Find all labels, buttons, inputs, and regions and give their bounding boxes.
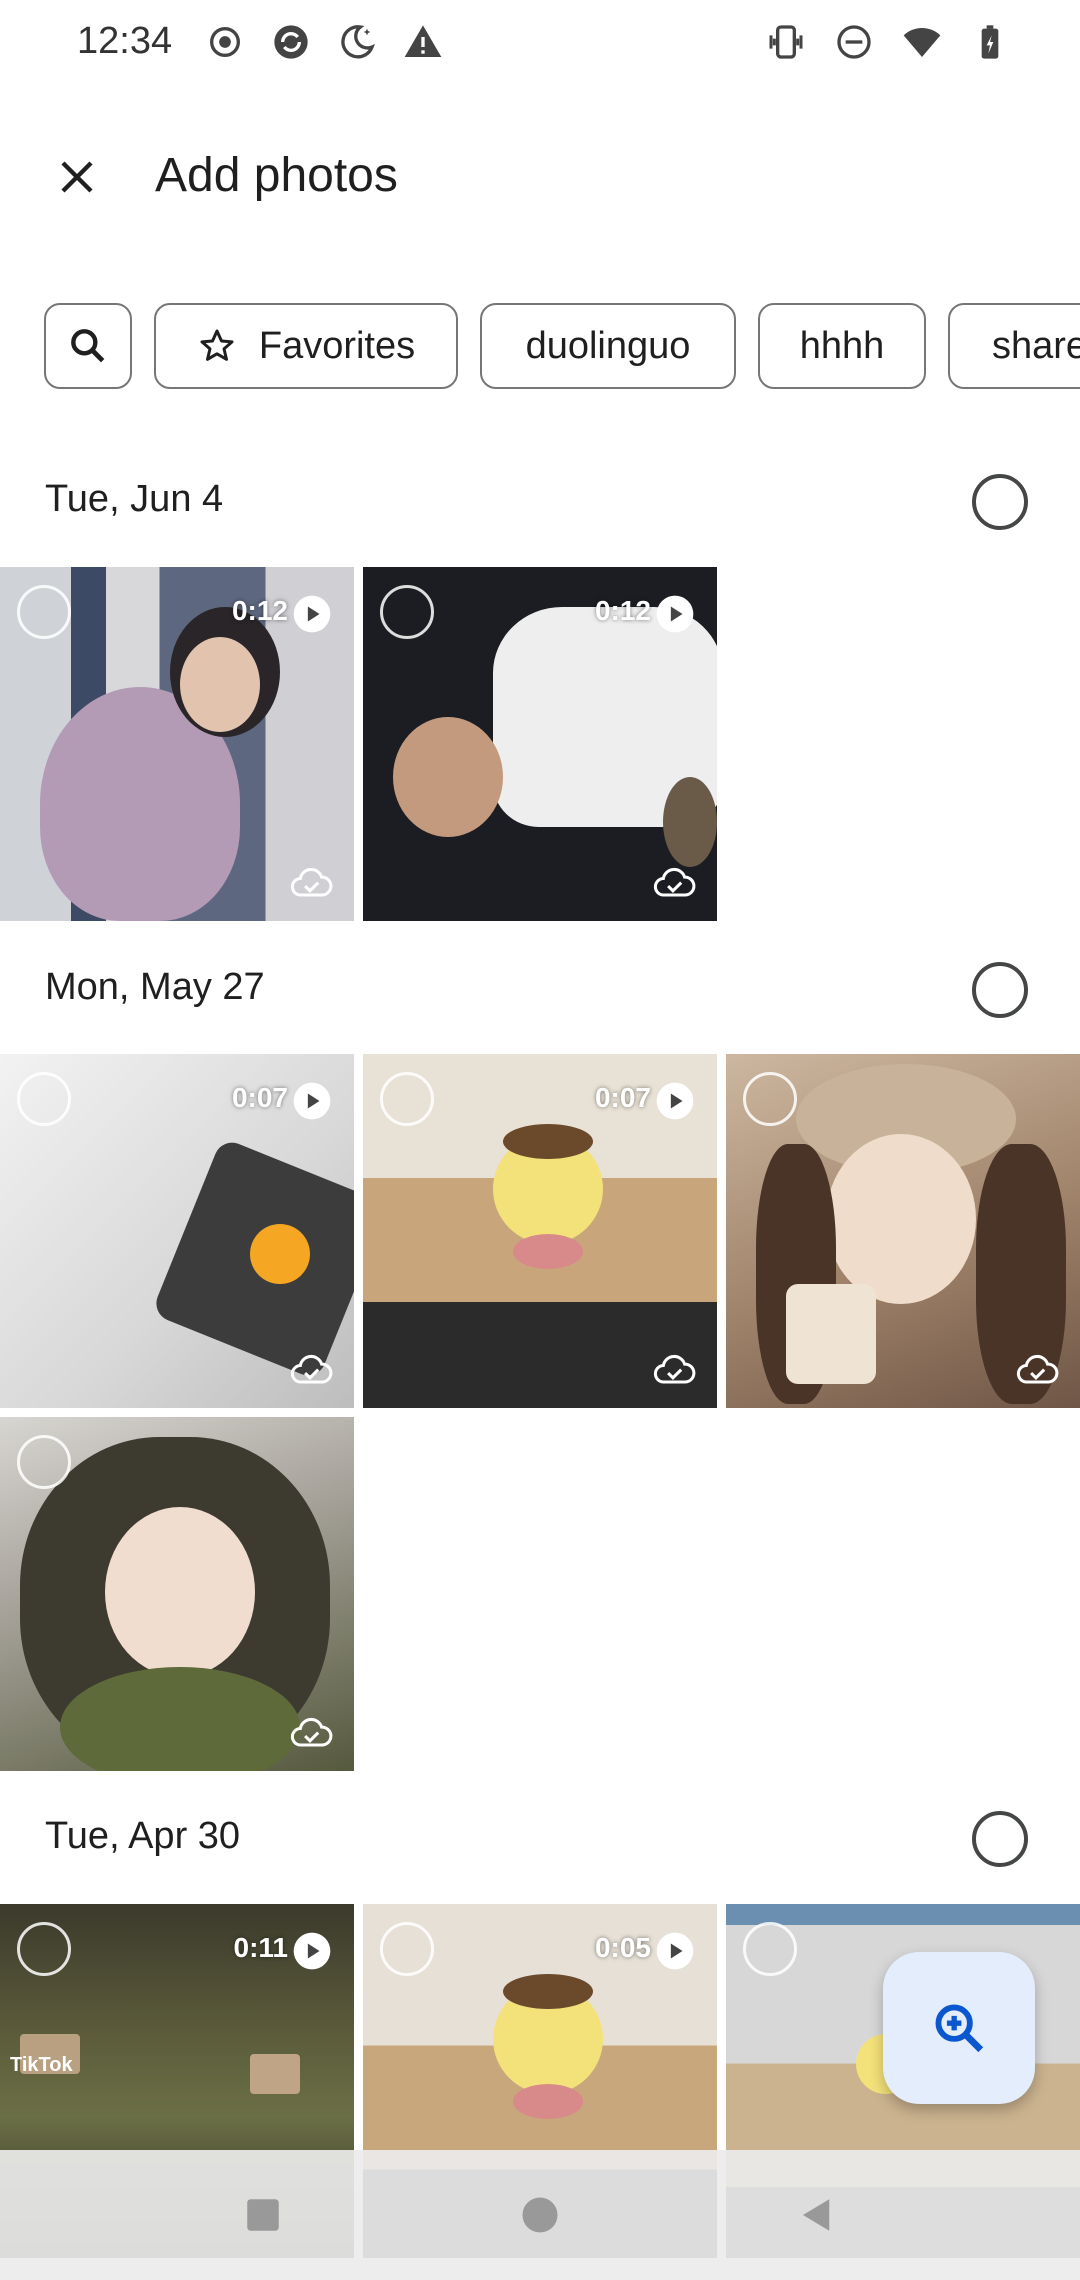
video-duration: 0:12 [594,595,651,626]
chip-label: duolinguo [525,324,691,367]
recents-button[interactable] [233,2185,293,2245]
cloud-done-icon [653,867,696,897]
video-duration: 0:05 [594,1932,651,1963]
select-all-circle[interactable] [972,962,1028,1018]
chip-duolinguo[interactable]: duolinguo [480,303,736,389]
cloud-done-icon [1016,1354,1059,1384]
video-duration: 0:11 [233,1932,289,1963]
vibrate-icon [769,25,803,59]
select-circle[interactable] [17,1922,71,1976]
dnd-icon [837,25,871,59]
close-icon [61,161,93,193]
select-all-circle[interactable] [972,474,1028,530]
video-duration: 0:07 [231,1082,288,1113]
date-header: Mon, May 27 [0,928,1080,1048]
alert-icon [404,25,442,57]
tiktok-watermark: TikTok [10,2054,73,2076]
recents-icon [247,2199,279,2231]
system-nav-bar [0,2150,1080,2280]
chip-label: Favorites [258,324,416,367]
select-circle[interactable] [380,1072,434,1126]
sync-icon [274,25,308,59]
home-icon [522,2197,558,2233]
status-bar: 12:34 [0,0,1080,90]
select-circle[interactable] [17,585,71,639]
top-app-bar: Add photos [0,120,1080,230]
zoom-in-icon [935,2004,984,2053]
battery-icon [981,25,999,59]
filter-chips: Favorites duolinguo hhhh share [44,303,1080,391]
play-icon [293,595,331,633]
chip-hhhh[interactable]: hhhh [758,303,926,389]
media-tile[interactable]: 0:07 [0,1054,354,1408]
select-circle[interactable] [380,585,434,639]
select-circle[interactable] [17,1072,71,1126]
zoom-button[interactable] [883,1952,1035,2104]
search-chip[interactable] [44,303,132,389]
search-icon [71,329,105,363]
select-circle[interactable] [17,1435,71,1489]
select-circle[interactable] [743,1922,797,1976]
select-circle[interactable] [743,1072,797,1126]
moon-icon [341,25,375,59]
video-duration: 0:07 [594,1082,651,1113]
select-all-circle[interactable] [972,1811,1028,1867]
video-duration: 0:12 [231,595,288,626]
status-time: 12:34 [77,20,173,62]
section-date: Mon, May 27 [45,966,265,1008]
cloud-done-icon [290,1354,333,1384]
section-date: Tue, Apr 30 [45,1815,241,1857]
media-tile[interactable]: 0:07 [363,1054,717,1408]
media-tile[interactable] [726,1054,1080,1408]
play-icon [656,595,694,633]
date-header: Tue, Apr 30 [0,1777,1080,1897]
page-title: Add photos [155,149,398,202]
media-tile[interactable]: 0:12 [0,567,354,921]
chip-label: share [992,324,1080,367]
record-icon [210,27,240,57]
back-button[interactable] [787,2185,847,2245]
play-icon [656,1082,694,1120]
cloud-done-icon [290,1717,333,1747]
chip-label: hhhh [799,324,885,367]
chip-share[interactable]: share [948,303,1080,389]
media-tile[interactable] [0,1417,354,1771]
chip-favorites[interactable]: Favorites [154,303,458,389]
star-icon [200,329,234,361]
play-icon [293,1932,331,1970]
cloud-done-icon [290,867,333,897]
media-tile[interactable]: 0:12 [363,567,717,921]
home-button[interactable] [510,2185,570,2245]
play-icon [656,1932,694,1970]
play-icon [293,1082,331,1120]
cloud-done-icon [653,1354,696,1384]
select-circle[interactable] [380,1922,434,1976]
back-icon [803,2199,830,2231]
section-date: Tue, Jun 4 [45,478,224,520]
close-button[interactable] [40,140,114,214]
wifi-icon [903,28,941,57]
date-header: Tue, Jun 4 [0,440,1080,560]
